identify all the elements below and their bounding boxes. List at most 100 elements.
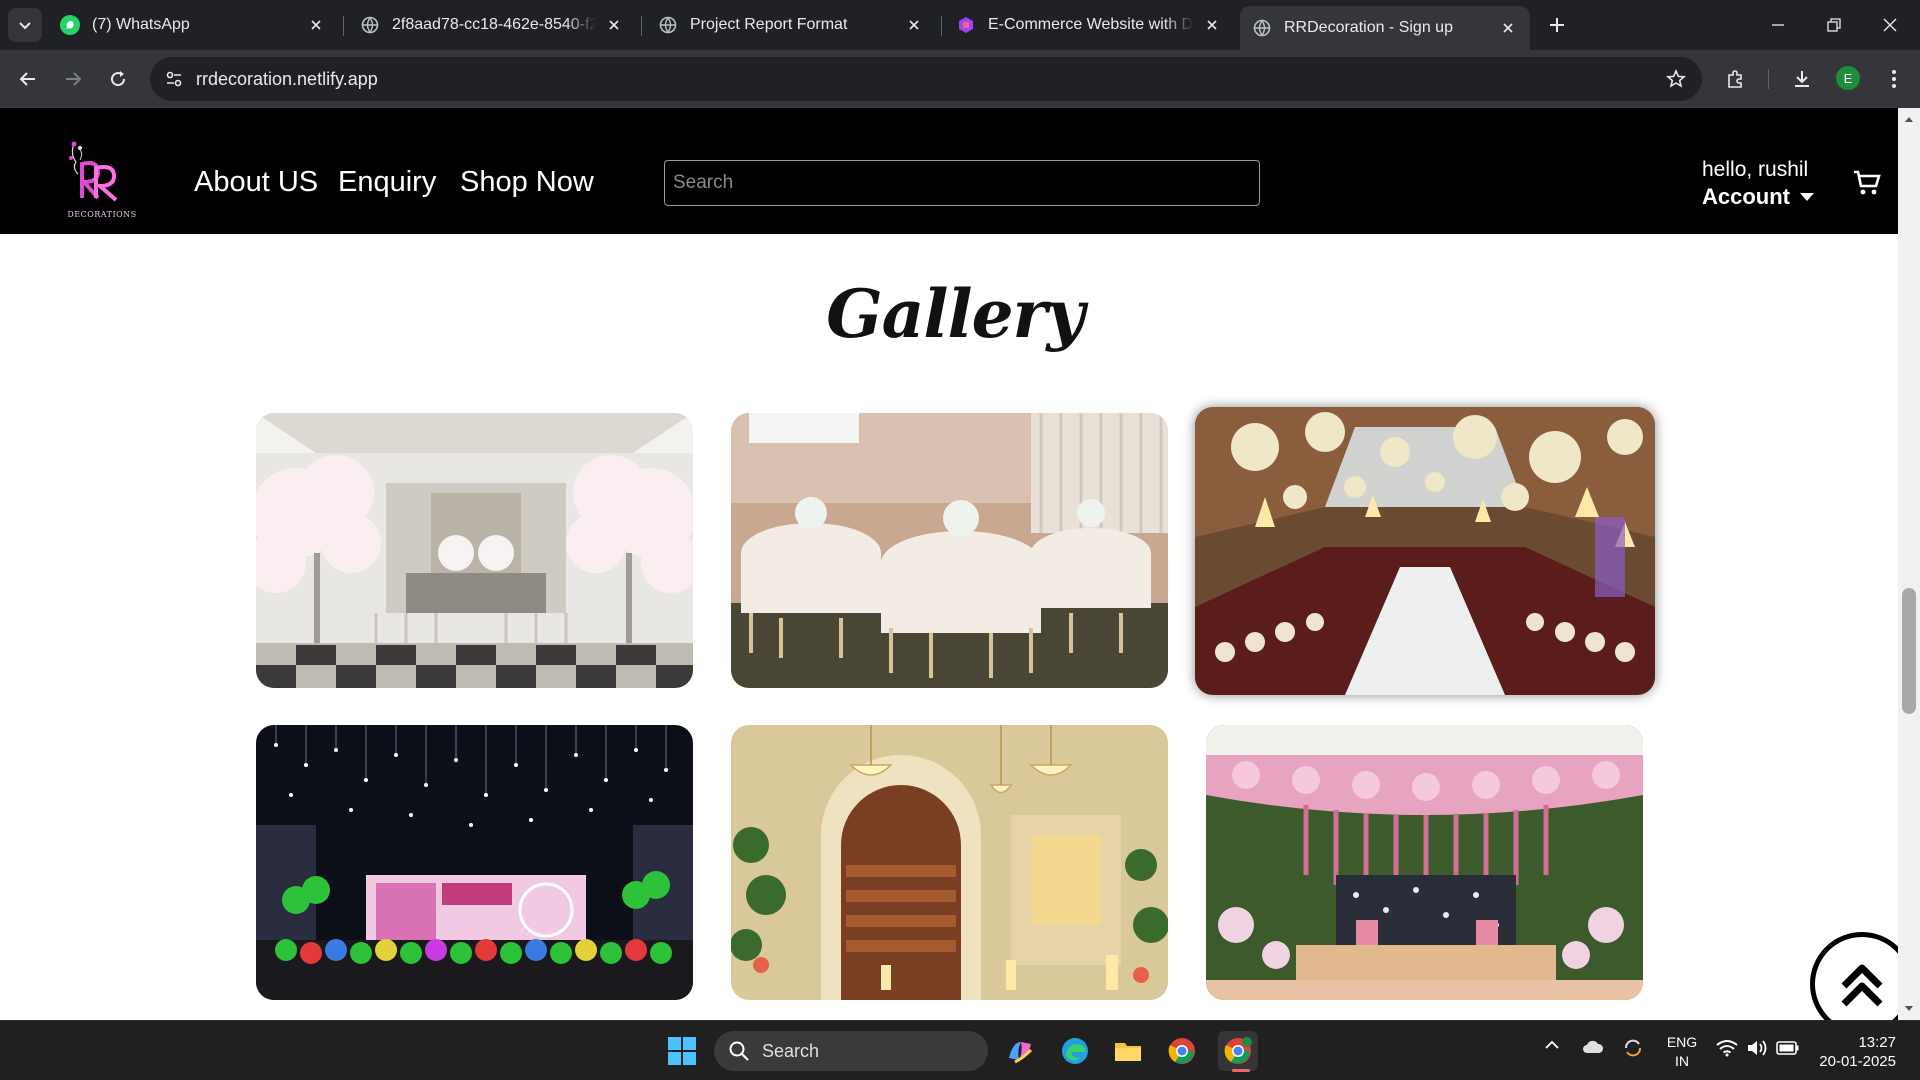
- nav-shop-now[interactable]: Shop Now: [460, 166, 594, 199]
- sync-icon[interactable]: [1622, 1037, 1644, 1063]
- gallery-image-2[interactable]: [731, 413, 1168, 688]
- nav-enquiry[interactable]: Enquiry: [338, 166, 436, 199]
- app-icon: [956, 15, 976, 35]
- active-app-indicator: [1232, 1069, 1250, 1072]
- bookmark-star-icon[interactable]: [1664, 67, 1688, 91]
- downloads-button[interactable]: [1786, 63, 1818, 95]
- tab-separator: [343, 16, 344, 36]
- globe-icon: [1252, 18, 1272, 38]
- tab-separator: [641, 16, 642, 36]
- tab-rrdecoration-signup[interactable]: RRDecoration - Sign up: [1240, 6, 1530, 50]
- address-bar[interactable]: rrdecoration.netlify.app: [150, 57, 1702, 101]
- double-chevron-up-icon: [1841, 964, 1883, 1007]
- restore-button[interactable]: [1814, 8, 1854, 42]
- file-explorer-app[interactable]: [1108, 1031, 1148, 1071]
- globe-icon: [658, 15, 678, 35]
- close-icon[interactable]: [904, 15, 924, 35]
- close-icon: [1883, 18, 1897, 32]
- region-code: IN: [1675, 1053, 1689, 1069]
- show-hidden-icons-button[interactable]: [1544, 1037, 1560, 1057]
- start-button[interactable]: [662, 1031, 702, 1071]
- taskbar-search[interactable]: Search: [714, 1031, 988, 1071]
- tab-title: RRDecoration - Sign up: [1284, 19, 1453, 36]
- chevron-up-icon: [1545, 1040, 1559, 1049]
- input-language-indicator[interactable]: ENG IN: [1666, 1033, 1698, 1071]
- gallery-image-1[interactable]: [256, 413, 693, 688]
- minimize-icon: [1772, 24, 1784, 26]
- rr-decorations-logo[interactable]: DECORATIONS: [60, 134, 140, 224]
- site-info-icon[interactable]: [162, 67, 186, 91]
- puzzle-icon: [1728, 70, 1742, 88]
- tab-uuid-page[interactable]: 2f8aad78-cc18-462e-8540-f218: [348, 6, 636, 44]
- caret-down-icon: [1800, 193, 1814, 201]
- clock-time: 13:27: [1858, 1034, 1896, 1051]
- gallery-image-6[interactable]: [1206, 725, 1643, 1000]
- tab-whatsapp[interactable]: (7) WhatsApp: [48, 6, 338, 44]
- folder-icon: [1115, 1043, 1141, 1061]
- chrome-icon: [1168, 1038, 1195, 1064]
- back-to-top-button[interactable]: [1810, 932, 1898, 1020]
- windows-logo-icon: [668, 1037, 696, 1065]
- edge-icon: [1062, 1038, 1088, 1064]
- kebab-menu-icon: [1892, 70, 1896, 88]
- page-viewport: DECORATIONS About US Enquiry Shop Now he…: [0, 108, 1898, 1020]
- nav-about-us[interactable]: About US: [194, 166, 318, 199]
- tab-title: Project Report Format: [690, 16, 848, 33]
- tab-title: E-Commerce Website with Deco: [988, 16, 1194, 33]
- account-dropdown[interactable]: Account: [1702, 184, 1814, 210]
- back-button[interactable]: [12, 63, 44, 95]
- gallery-image-3[interactable]: [1195, 407, 1655, 695]
- scroll-up-arrow-icon[interactable]: [1902, 112, 1916, 126]
- close-icon[interactable]: [1498, 18, 1518, 38]
- close-icon[interactable]: [306, 15, 326, 35]
- language-code: ENG: [1666, 1034, 1698, 1050]
- taskbar-search-label: Search: [762, 1040, 820, 1061]
- chrome-icon: [1224, 1037, 1252, 1064]
- volume-icon[interactable]: [1746, 1039, 1768, 1061]
- chrome-menu-button[interactable]: [1878, 63, 1910, 95]
- gallery-image-5[interactable]: [731, 725, 1168, 1000]
- tab-project-report[interactable]: Project Report Format: [646, 6, 936, 44]
- onedrive-icon[interactable]: [1582, 1039, 1604, 1059]
- reload-button[interactable]: [102, 63, 134, 95]
- gallery-image-4[interactable]: [256, 725, 693, 1000]
- close-icon[interactable]: [604, 15, 624, 35]
- tab-ecommerce[interactable]: E-Commerce Website with Deco: [944, 6, 1234, 44]
- battery-icon[interactable]: [1776, 1040, 1800, 1060]
- chrome-app[interactable]: [1162, 1031, 1202, 1071]
- system-clock[interactable]: 13:27 20-01-2025: [1818, 1033, 1896, 1071]
- close-window-button[interactable]: [1870, 8, 1910, 42]
- chrome-profile-app[interactable]: [1218, 1031, 1258, 1071]
- whatsapp-icon: [60, 15, 80, 35]
- download-icon: [1795, 71, 1809, 87]
- scrollbar-thumb[interactable]: [1902, 588, 1916, 714]
- new-tab-button[interactable]: [1544, 12, 1570, 38]
- tab-search-button[interactable]: [8, 8, 42, 42]
- browser-toolbar: rrdecoration.netlify.app: [0, 50, 1920, 108]
- copilot-app[interactable]: [1000, 1031, 1040, 1071]
- site-header: DECORATIONS About US Enquiry Shop Now he…: [0, 108, 1898, 234]
- account-label: Account: [1702, 184, 1790, 209]
- close-icon[interactable]: [1202, 15, 1222, 35]
- scroll-down-arrow-icon[interactable]: [1902, 1002, 1916, 1016]
- plus-icon: [1550, 18, 1564, 32]
- forward-button[interactable]: [57, 63, 89, 95]
- arrow-right-icon: [66, 72, 82, 86]
- restore-icon: [1827, 18, 1841, 32]
- reload-icon: [111, 71, 126, 87]
- arrow-left-icon: [19, 72, 35, 86]
- site-search-input[interactable]: [664, 160, 1260, 206]
- edge-app[interactable]: [1055, 1031, 1095, 1071]
- tab-separator: [941, 16, 942, 36]
- chevron-down-icon: [19, 22, 31, 30]
- extensions-button[interactable]: [1720, 63, 1752, 95]
- profile-avatar[interactable]: E: [1836, 66, 1860, 90]
- page-scrollbar[interactable]: [1898, 108, 1920, 1020]
- globe-icon: [360, 15, 380, 35]
- windows-taskbar: Search ENG IN 13:27 20-01-2025: [0, 1020, 1920, 1080]
- cart-icon[interactable]: [1852, 168, 1882, 198]
- toolbar-divider: [1768, 69, 1769, 89]
- wifi-icon[interactable]: [1716, 1039, 1738, 1061]
- minimize-button[interactable]: [1758, 8, 1798, 42]
- copilot-icon: [1009, 1042, 1033, 1064]
